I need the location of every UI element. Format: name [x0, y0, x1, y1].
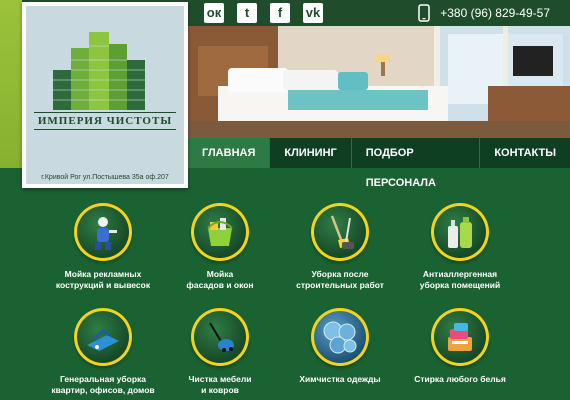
services-section: Мойка рекламных кострукций и вывесок Мой… [0, 168, 570, 400]
logo-panel: ИМПЕРИЯ ЧИСТОТЫ г.Кривой Рог ул.Постышев… [26, 6, 184, 184]
service-icon-frame [311, 308, 369, 366]
twitter-icon[interactable]: t [237, 3, 257, 23]
floor-cleaner-icon [87, 329, 119, 351]
service-icon-frame [311, 203, 369, 261]
service-label: Уборка после строительных работ [296, 269, 384, 290]
vk-icon[interactable]: vk [303, 3, 323, 23]
service-item-anti-allergen[interactable]: Антиаллергенная уборка помещений [395, 203, 525, 291]
nav-item-cleaning[interactable]: КЛИНИНГ [270, 138, 352, 168]
hotel-room-illustration [188, 26, 570, 138]
detergent-bottles-icon [448, 217, 472, 248]
service-label: Стирка любого белья [414, 374, 506, 384]
service-icon-frame [74, 308, 132, 366]
service-icon-frame [191, 308, 249, 366]
main-nav: ГЛАВНАЯ КЛИНИНГ ПОДБОР ПЕРСОНАЛА КОНТАКТ… [188, 138, 570, 189]
service-icon-frame [191, 203, 249, 261]
service-item-furniture-carpets[interactable]: Чистка мебели и ковров [155, 308, 285, 396]
window-washer-icon [95, 217, 117, 250]
service-icon-frame [431, 203, 489, 261]
phone-number: +380 (96) 829-49-57 [440, 6, 550, 20]
service-item-laundry[interactable]: Стирка любого белья [395, 308, 525, 385]
brand-address: г.Кривой Рог ул.Постышева 35а оф.207 [41, 174, 169, 181]
service-icon-frame [74, 203, 132, 261]
social-links: ок t f vk [204, 3, 323, 23]
nav-item-home[interactable]: ГЛАВНАЯ [188, 138, 271, 168]
service-label: Чистка мебели и ковров [188, 374, 252, 395]
service-label: Химчистка одежды [299, 374, 381, 384]
logo[interactable]: ИМПЕРИЯ ЧИСТОТЫ г.Кривой Рог ул.Постышев… [22, 2, 188, 188]
hero-hotel-room-image [188, 26, 570, 138]
service-item-post-construction[interactable]: Уборка после строительных работ [275, 203, 405, 291]
broom-mop-icon [330, 215, 354, 249]
skyscrapers-logo-icon [53, 32, 145, 110]
phone-contact[interactable]: +380 (96) 829-49-57 [418, 4, 550, 22]
left-accent-stripe [0, 0, 22, 168]
cleaning-bucket-icon [207, 218, 233, 246]
service-label: Мойка фасадов и окон [186, 269, 254, 290]
vacuum-cleaner-icon [209, 322, 234, 352]
page: ИМПЕРИЯ ЧИСТОТЫ г.Кривой Рог ул.Постышев… [0, 0, 570, 400]
service-label: Мойка рекламных кострукций и вывесок [55, 269, 151, 290]
phone-icon [418, 4, 430, 22]
laundry-icon [448, 323, 472, 351]
odnoklassniki-icon[interactable]: ок [204, 3, 224, 23]
service-label: Антиаллергенная уборка помещений [419, 269, 501, 290]
service-item-facade-washing[interactable]: Мойка фасадов и окон [155, 203, 285, 291]
service-item-general-cleaning[interactable]: Генеральная уборка квартир, офисов, домо… [38, 308, 168, 396]
service-label: Генеральная уборка квартир, офисов, домо… [51, 374, 155, 395]
nav-item-contacts[interactable]: КОНТАКТЫ [480, 138, 570, 168]
service-icon-frame [431, 308, 489, 366]
service-item-dry-cleaning[interactable]: Химчистка одежды [275, 308, 405, 385]
nav-item-recruitment[interactable]: ПОДБОР ПЕРСОНАЛА [352, 138, 481, 189]
brand-name: ИМПЕРИЯ ЧИСТОТЫ [33, 112, 177, 130]
facebook-icon[interactable]: f [270, 3, 290, 23]
soap-bubbles-icon [323, 321, 357, 354]
service-item-sign-washing[interactable]: Мойка рекламных кострукций и вывесок [38, 203, 168, 291]
